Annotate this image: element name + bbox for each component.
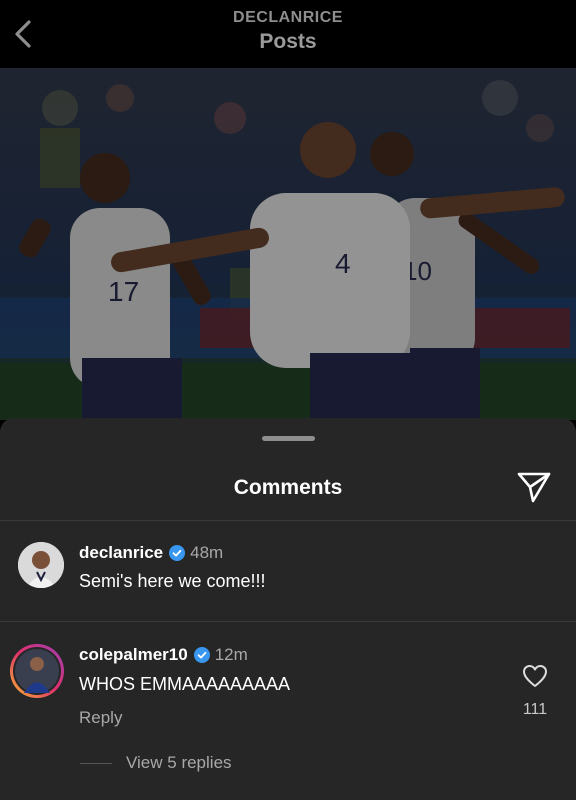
username-text[interactable]: colepalmer10 bbox=[79, 645, 188, 665]
avatar[interactable] bbox=[10, 644, 64, 698]
verified-badge-icon bbox=[169, 545, 186, 561]
verified-badge-icon bbox=[193, 647, 210, 663]
profile-username: DECLANRICE bbox=[233, 9, 343, 26]
reply-button[interactable]: Reply bbox=[79, 708, 122, 728]
comment-time: 12m bbox=[214, 645, 248, 664]
paper-plane-icon[interactable] bbox=[516, 470, 552, 504]
username-text[interactable]: declanrice bbox=[79, 543, 163, 563]
comment-username[interactable]: declanrice 48m bbox=[79, 543, 223, 563]
post-image[interactable]: 17 10 4 bbox=[0, 68, 576, 420]
avatar[interactable] bbox=[18, 542, 64, 588]
comment-text: Semi's here we come!!! bbox=[79, 571, 266, 591]
comment-text: WHOS EMMAAAAAAAAA bbox=[79, 674, 291, 694]
divider bbox=[0, 621, 576, 622]
comment-username[interactable]: colepalmer10 12m bbox=[79, 645, 248, 665]
comment-time: 48m bbox=[190, 543, 224, 562]
comments-sheet: Comments declanrice 48m Semi's here we c… bbox=[0, 418, 576, 800]
page-title: Posts bbox=[259, 30, 317, 53]
heart-icon[interactable] bbox=[522, 664, 548, 688]
view-replies-button[interactable]: View 5 replies bbox=[126, 753, 232, 773]
replies-divider-line bbox=[80, 763, 112, 764]
divider bbox=[0, 520, 576, 521]
top-bar: DECLANRICE Posts bbox=[0, 0, 576, 68]
comments-title: Comments bbox=[233, 476, 343, 499]
post-photo-illustration: 17 10 4 bbox=[0, 68, 576, 420]
drag-handle[interactable] bbox=[262, 436, 315, 441]
like-count: 111 bbox=[522, 701, 548, 718]
